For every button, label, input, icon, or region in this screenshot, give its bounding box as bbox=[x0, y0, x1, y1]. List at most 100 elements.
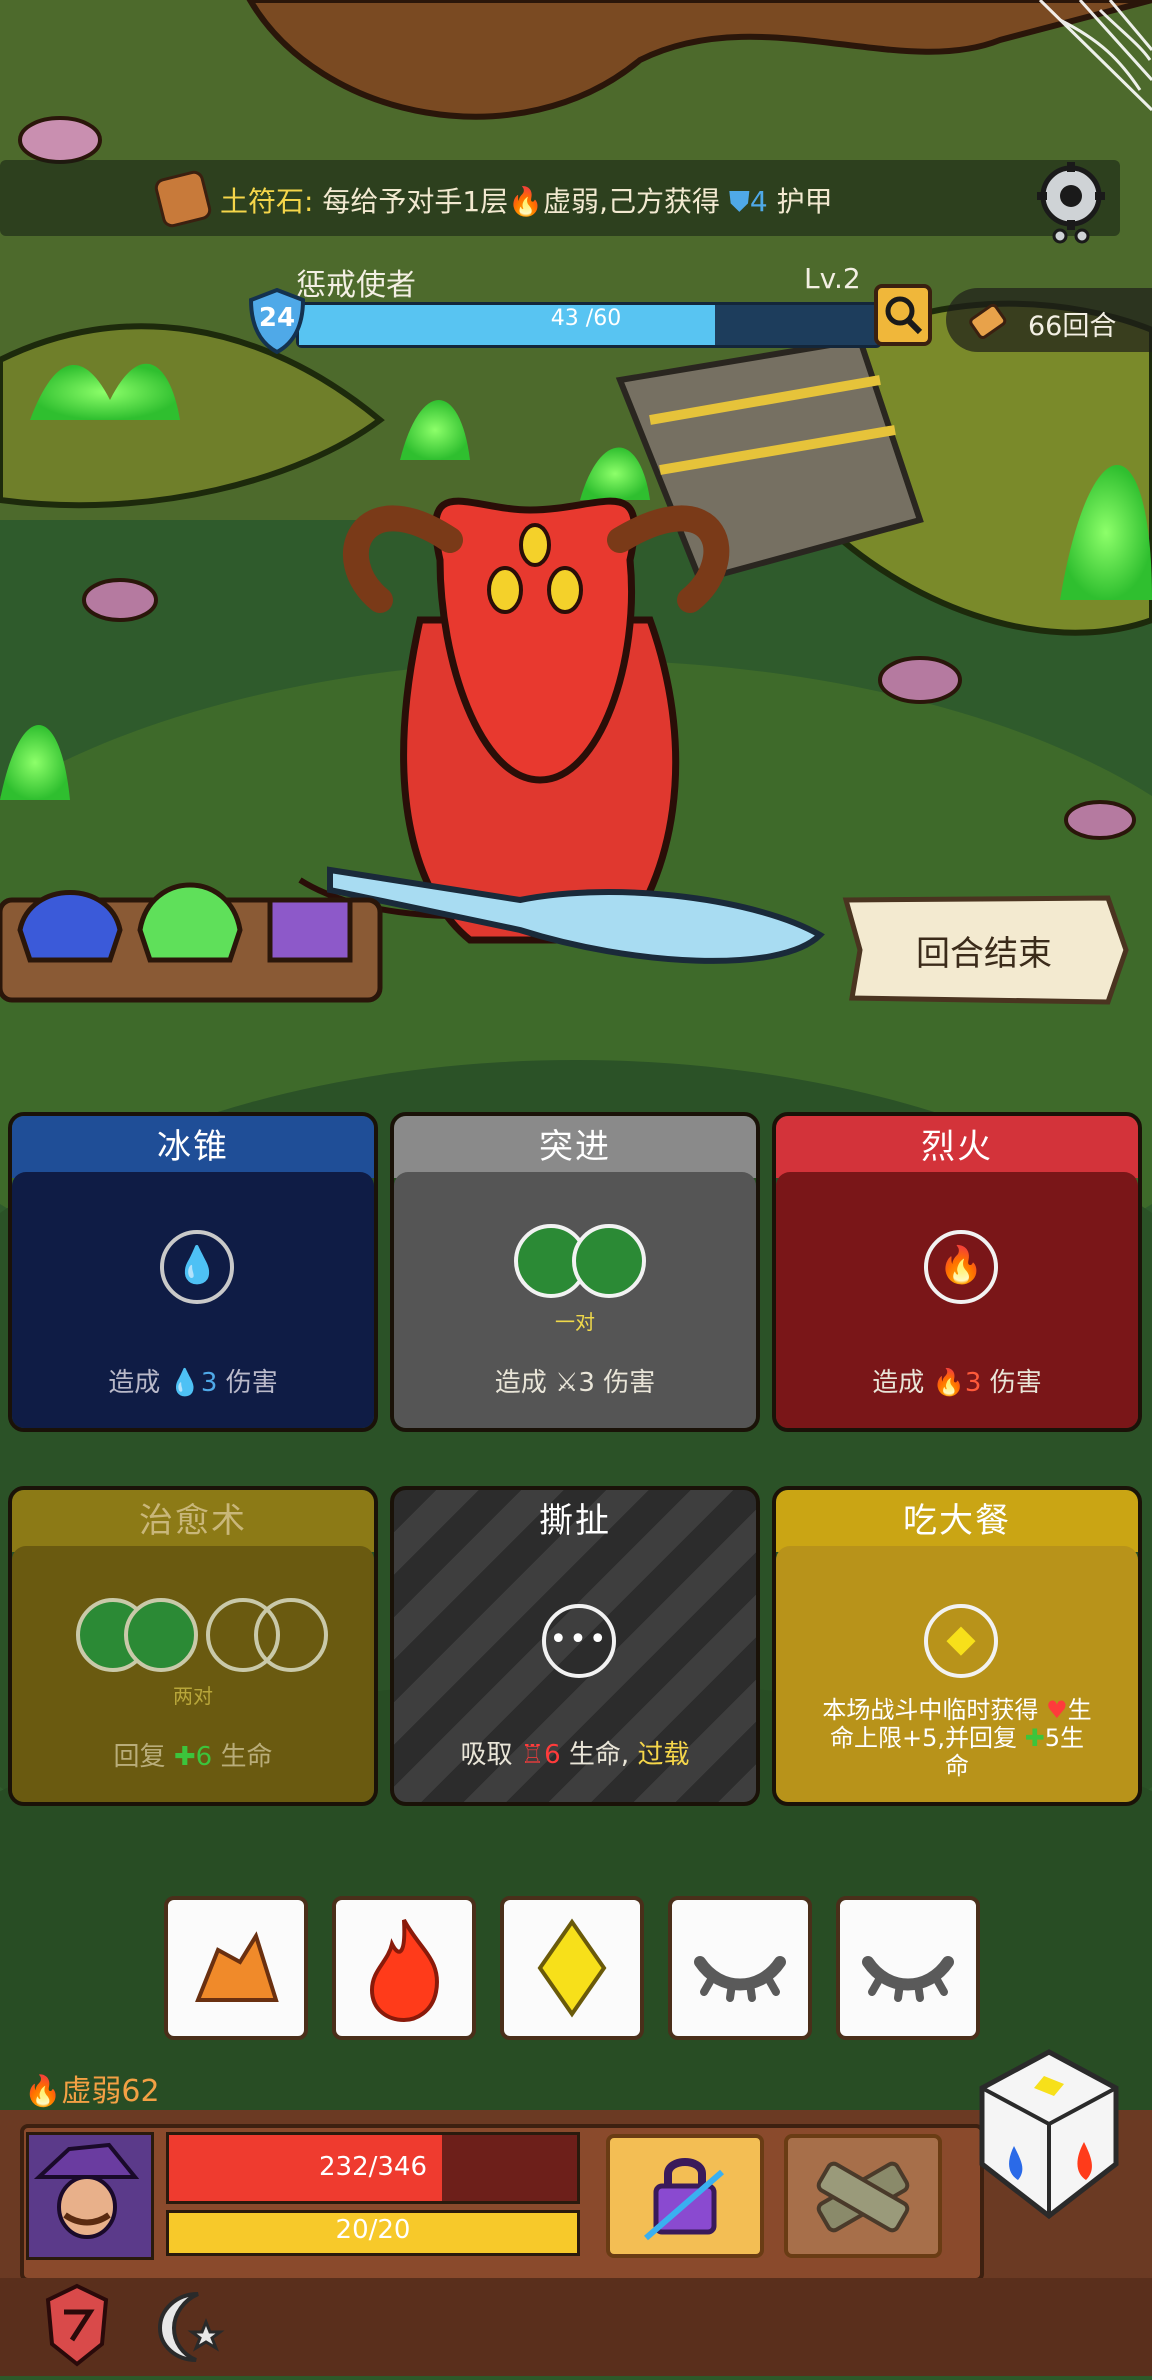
card-desc-b: 伤害 bbox=[225, 1368, 278, 1398]
card-title: 烈火 bbox=[776, 1116, 1138, 1178]
card-description: 造成 ⚔3 伤害 bbox=[394, 1362, 756, 1399]
armor-shield-small-icon: ⛊ bbox=[728, 185, 750, 218]
card-requirement: 两对 bbox=[173, 1684, 213, 1708]
player-energy-text: 20/20 bbox=[335, 2215, 411, 2245]
card-description: 回复 ✚6 生命 bbox=[12, 1736, 374, 1773]
card-desc-a: 造成 bbox=[872, 1368, 925, 1398]
card-title: 吃大餐 bbox=[776, 1490, 1138, 1552]
sword-icon: ⚔ bbox=[555, 1368, 579, 1398]
heart-icon: ♥ bbox=[1046, 1696, 1068, 1724]
water-drop-small-icon: 💧 bbox=[168, 1368, 201, 1398]
bandage-item-button[interactable] bbox=[784, 2134, 942, 2258]
relic-name: 土符石: bbox=[220, 185, 314, 218]
card-description: 造成 🔥3 伤害 bbox=[776, 1362, 1138, 1399]
dice-slot-ring bbox=[572, 1224, 646, 1298]
dice-slot-ring: ••• bbox=[542, 1604, 616, 1678]
card-value: 6 bbox=[195, 1742, 213, 1772]
card-heal[interactable]: 治愈术 两对 回复 ✚6 生命 bbox=[8, 1486, 378, 1806]
moon-star-icon[interactable] bbox=[146, 2282, 230, 2366]
plus-heal-icon: ✚ bbox=[1024, 1724, 1045, 1752]
relic-armor-value: 4 bbox=[749, 185, 768, 218]
card-ice-cone[interactable]: 冰锥 💧 造成 💧3 伤害 bbox=[8, 1112, 378, 1432]
dice-slot-ring bbox=[124, 1598, 198, 1672]
card-body: 💧 造成 💧3 伤害 bbox=[12, 1172, 374, 1428]
card-requirement: 一对 bbox=[555, 1310, 595, 1334]
card-body: 一对 造成 ⚔3 伤害 bbox=[394, 1172, 756, 1428]
card-feast[interactable]: 吃大餐 ◆ 本场战斗中临时获得 ♥生 命上限+5,并回复 ✚5生 命 bbox=[772, 1486, 1142, 1806]
card-line-2b: 5生 bbox=[1044, 1724, 1085, 1752]
end-turn-label: 回合结束 bbox=[916, 934, 1052, 974]
player-status-label: 虚弱62 bbox=[61, 2074, 160, 2109]
player-hp-text: 232/346 bbox=[318, 2152, 427, 2182]
card-body: ••• 吸取 ♖6 生命, 过载 bbox=[394, 1546, 756, 1802]
card-body: 🔥 造成 🔥3 伤害 bbox=[776, 1172, 1138, 1428]
card-line-2: 命上限+5,并回复 bbox=[829, 1724, 1017, 1752]
lock-dice-button[interactable] bbox=[606, 2134, 764, 2258]
card-title: 冰锥 bbox=[12, 1116, 374, 1178]
closed-eye-icon bbox=[862, 1956, 954, 2002]
relic-description: 土符石: 每给予对手1层🔥虚弱,己方获得 ⛊4 护甲 bbox=[220, 180, 833, 220]
fire-icon: 🔥 bbox=[938, 1245, 984, 1286]
card-desc-a: 回复 bbox=[113, 1742, 166, 1772]
card-description: 吸取 ♖6 生命, 过载 bbox=[394, 1734, 756, 1771]
settings-gear-icon[interactable] bbox=[1016, 162, 1126, 244]
card-value: 3 bbox=[964, 1368, 982, 1398]
fang-icon: ♖ bbox=[520, 1740, 545, 1770]
enemy-armor-value: 24 bbox=[258, 303, 296, 333]
dice-slot-ring: 💧 bbox=[160, 1230, 234, 1304]
die-diamond[interactable] bbox=[500, 1896, 644, 2040]
relic-armor-label: 护甲 bbox=[776, 185, 833, 218]
scroll-icon bbox=[966, 296, 1010, 344]
card-charge[interactable]: 突进 一对 造成 ⚔3 伤害 bbox=[390, 1112, 760, 1432]
magnifier-icon bbox=[885, 296, 923, 335]
card-title: 突进 bbox=[394, 1116, 756, 1178]
enemy-name: 惩戒使者 bbox=[296, 268, 416, 303]
card-value: 3 bbox=[578, 1368, 595, 1398]
ellipsis-icon: ••• bbox=[549, 1622, 609, 1657]
character-sigil-icon[interactable] bbox=[42, 2282, 112, 2368]
card-keyword: 过载 bbox=[637, 1740, 690, 1770]
enemy-hp-text: 43 /60 bbox=[550, 306, 622, 331]
closed-eye-icon bbox=[694, 1956, 786, 2002]
player-weak-status: 🔥虚弱62 bbox=[24, 2066, 160, 2110]
card-title: 撕扯 bbox=[539, 1501, 611, 1541]
turn-counter: 66回合 bbox=[1028, 311, 1117, 342]
card-desc-b: 生命 bbox=[220, 1742, 273, 1772]
card-desc-b: 伤害 bbox=[603, 1368, 656, 1398]
card-description: 造成 💧3 伤害 bbox=[12, 1362, 374, 1399]
card-title: 治愈术 bbox=[12, 1490, 374, 1552]
card-desc-b: 生命, bbox=[568, 1740, 630, 1770]
fire-small-icon: 🔥 bbox=[932, 1368, 965, 1398]
fire-icon bbox=[369, 1919, 439, 2023]
card-desc-a: 造成 bbox=[494, 1368, 547, 1398]
card-fire[interactable]: 烈火 🔥 造成 🔥3 伤害 bbox=[772, 1112, 1142, 1432]
diamond-icon: ◆ bbox=[946, 1616, 976, 1660]
card-tear[interactable]: 撕扯 ••• 吸取 ♖6 生命, 过载 bbox=[390, 1486, 760, 1806]
dice-slot-ring: 🔥 bbox=[924, 1230, 998, 1304]
die-fire[interactable] bbox=[332, 1896, 476, 2040]
card-line-3: 命 bbox=[945, 1752, 969, 1780]
dice-slot-ring: ◆ bbox=[924, 1604, 998, 1678]
card-line-1: 本场战斗中临时获得 bbox=[822, 1696, 1039, 1724]
earth-rock-icon bbox=[195, 1931, 279, 2002]
card-desc-a: 吸取 bbox=[460, 1740, 513, 1770]
card-desc-a: 造成 bbox=[108, 1368, 161, 1398]
card-body: ◆ 本场战斗中临时获得 ♥生 命上限+5,并回复 ✚5生 命 bbox=[776, 1546, 1138, 1802]
enemy-inspect-button[interactable] bbox=[874, 284, 932, 346]
water-drop-icon: 💧 bbox=[174, 1245, 220, 1286]
weak-flame-icon: 🔥 bbox=[508, 185, 544, 218]
dice-slot-ring bbox=[254, 1598, 328, 1672]
enemy-level: Lv.2 bbox=[804, 262, 861, 295]
plus-heal-icon: ✚ bbox=[173, 1742, 196, 1772]
padlock-icon bbox=[644, 2158, 724, 2241]
relic-text-a: 每给予对手1层 bbox=[322, 185, 509, 218]
player-portrait-avatar[interactable] bbox=[26, 2132, 154, 2260]
bandage-icon bbox=[816, 2161, 910, 2233]
die-earth[interactable] bbox=[164, 1896, 308, 2040]
reroll-die-button[interactable] bbox=[974, 2046, 1124, 2222]
die-closed-eye[interactable] bbox=[668, 1896, 812, 2040]
relic-text-b: ,己方获得 bbox=[599, 185, 720, 218]
card-line-1b: 生 bbox=[1067, 1696, 1092, 1724]
card-description: 本场战斗中临时获得 ♥生 命上限+5,并回复 ✚5生 命 bbox=[776, 1696, 1138, 1780]
die-closed-eye[interactable] bbox=[836, 1896, 980, 2040]
